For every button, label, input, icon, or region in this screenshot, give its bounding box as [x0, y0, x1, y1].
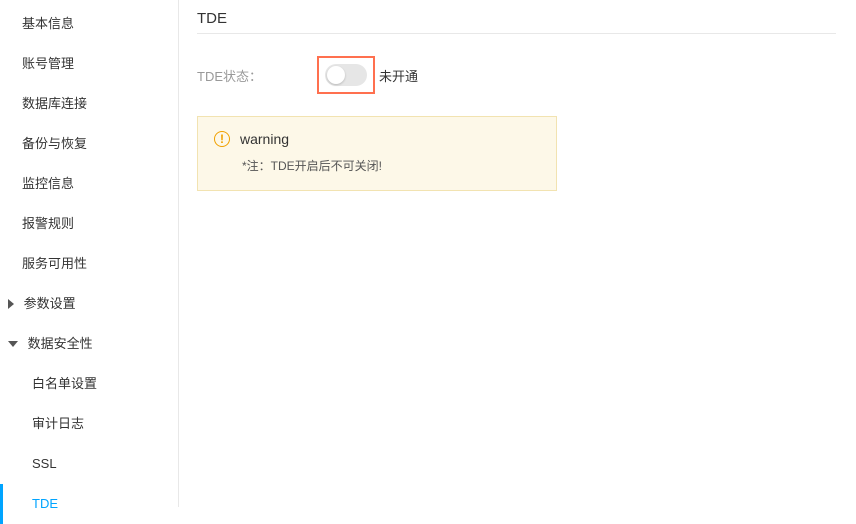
sidebar-item-whitelist[interactable]: 白名单设置 [0, 364, 178, 404]
sidebar-item-label: 数据库连接 [22, 96, 87, 111]
warning-title: warning [240, 131, 289, 147]
sidebar-item-label: 账号管理 [22, 56, 74, 71]
sidebar-item-label: 白名单设置 [32, 376, 97, 391]
toggle-highlight [317, 56, 375, 94]
sidebar-item-audit-log[interactable]: 审计日志 [0, 404, 178, 444]
tde-status-label: TDE状态： [197, 66, 317, 85]
sidebar-item-label: 数据安全性 [28, 336, 93, 351]
sidebar-item-availability[interactable]: 服务可用性 [0, 244, 178, 284]
tde-status-value: 未开通 [379, 66, 418, 85]
sidebar: 基本信息 账号管理 数据库连接 备份与恢复 监控信息 报警规则 服务可用性 参数… [0, 0, 179, 507]
chevron-down-icon [8, 341, 18, 347]
sidebar-item-params[interactable]: 参数设置 [0, 284, 178, 324]
sidebar-item-db-connection[interactable]: 数据库连接 [0, 84, 178, 124]
sidebar-item-label: TDE [32, 496, 58, 511]
sidebar-item-account[interactable]: 账号管理 [0, 44, 178, 84]
sidebar-item-data-security[interactable]: 数据安全性 [0, 324, 178, 364]
warning-body: *注：TDE开启后不可关闭! [214, 157, 540, 174]
sidebar-item-label: 基本信息 [22, 16, 74, 31]
sidebar-item-monitor[interactable]: 监控信息 [0, 164, 178, 204]
sidebar-item-alarm[interactable]: 报警规则 [0, 204, 178, 244]
tde-toggle[interactable] [325, 64, 367, 86]
warning-box: ! warning *注：TDE开启后不可关闭! [197, 116, 557, 191]
warning-icon: ! [214, 131, 230, 147]
tde-section: TDE状态： 未开通 ! warning *注：TDE开启后不可关闭! [197, 33, 836, 191]
main-content: TDE TDE状态： 未开通 ! warning *注：TDE开启后不可关闭! [179, 0, 856, 507]
sidebar-item-tde[interactable]: TDE [0, 484, 178, 524]
sidebar-item-backup[interactable]: 备份与恢复 [0, 124, 178, 164]
sidebar-item-label: 审计日志 [32, 416, 84, 431]
sidebar-item-label: 备份与恢复 [22, 136, 87, 151]
sidebar-item-label: 监控信息 [22, 176, 74, 191]
sidebar-item-label: SSL [32, 456, 57, 471]
chevron-right-icon [8, 299, 14, 309]
sidebar-item-label: 参数设置 [24, 296, 76, 311]
tde-status-row: TDE状态： 未开通 [197, 56, 836, 94]
sidebar-item-basic-info[interactable]: 基本信息 [0, 4, 178, 44]
page-title: TDE [197, 10, 836, 27]
sidebar-item-ssl[interactable]: SSL [0, 444, 178, 484]
sidebar-item-label: 报警规则 [22, 216, 74, 231]
warning-header: ! warning [214, 131, 540, 147]
sidebar-item-label: 服务可用性 [22, 256, 87, 271]
